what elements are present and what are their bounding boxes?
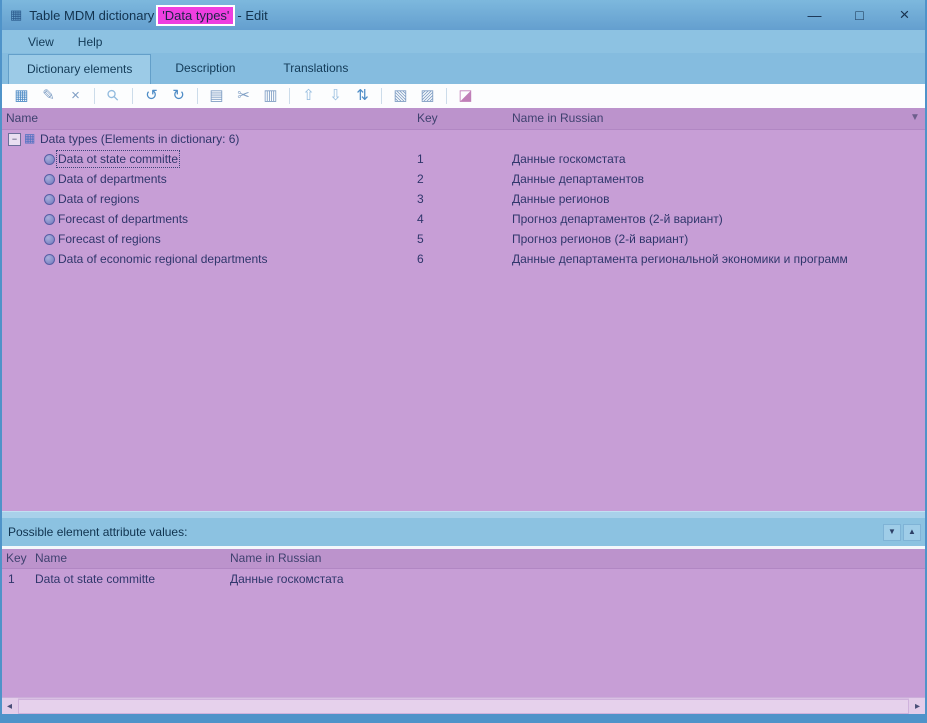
toolbar-separator [197,88,198,104]
element-bullet-icon [44,214,55,225]
move-up-icon[interactable]: ⇧ [295,85,322,107]
attributes-table-row[interactable]: 1 Data ot state committe Данные госкомст… [0,568,927,588]
element-bullet-icon [44,234,55,245]
refresh-icon[interactable]: ↻ [165,85,192,107]
toolbar-separator [446,88,447,104]
paste-icon[interactable]: ▥ [257,85,284,107]
element-bullet-icon [44,154,55,165]
move-down-icon[interactable]: ⇩ [322,85,349,107]
collapse-expander-icon[interactable]: − [8,133,21,146]
window-controls: — □ × [792,0,927,30]
cut-icon[interactable]: ✂ [230,85,257,107]
app-icon: ▦ [10,7,22,23]
column-header-key[interactable]: Key [6,551,27,565]
tab-strip: Dictionary elements Description Translat… [0,53,927,84]
export-icon[interactable]: ▨ [414,85,441,107]
cell-name[interactable]: Data of departments [58,172,167,186]
grid-column-header[interactable]: Name Key Name in Russian ▼ [0,108,927,130]
window-border-bottom [0,714,927,723]
toolbar-separator [381,88,382,104]
tree-root-row[interactable]: − ▦ Data types (Elements in dictionary: … [0,129,927,149]
cell-name-in-russian[interactable]: Прогноз департаментов (2-й вариант) [512,212,723,226]
close-button[interactable]: × [882,0,927,30]
attributes-panel-title: Possible element attribute values: [8,525,187,539]
cell-name-in-russian[interactable]: Данные департамента региональной экономи… [512,252,848,266]
attributes-column-header[interactable]: Key Name Name in Russian [0,549,927,569]
table-row[interactable]: Forecast of regions 5 Прогноз регионов (… [0,229,927,249]
window-border-left [0,0,2,723]
cell-name[interactable]: Data ot state committe [58,152,178,166]
panel-expand-button[interactable]: ▲ [903,524,921,541]
cell-name[interactable]: Data ot state committe [35,572,155,586]
maximize-button[interactable]: □ [837,0,882,30]
scrollbar-thumb[interactable] [18,699,909,714]
cell-name[interactable]: Forecast of departments [58,212,188,226]
cell-name[interactable]: Forecast of regions [58,232,161,246]
toolbar-separator [132,88,133,104]
cell-name[interactable]: Data of regions [58,192,139,206]
horizontal-scrollbar[interactable]: ◂ ▸ [0,697,927,715]
tree-root-label[interactable]: Data types (Elements in dictionary: 6) [40,132,239,146]
table-row[interactable]: Data ot state committe 1 Данные госкомст… [0,149,927,169]
cell-key[interactable]: 1 [417,152,424,166]
cell-name-in-russian[interactable]: Прогноз регионов (2-й вариант) [512,232,688,246]
column-header-name[interactable]: Name [35,551,67,565]
column-header-name-in-russian[interactable]: Name in Russian [230,551,321,565]
element-bullet-icon [44,254,55,265]
menu-help[interactable]: Help [66,30,115,53]
import-icon[interactable]: ▧ [387,85,414,107]
copy-icon[interactable]: ▤ [203,85,230,107]
minimize-button[interactable]: — [792,0,837,30]
cell-name-in-russian[interactable]: Данные департаментов [512,172,644,186]
window-title-suffix: - Edit [237,8,267,23]
dictionary-icon: ▦ [24,131,35,145]
window-title-highlighted-term: 'Data types' [156,5,235,26]
menu-bar: View Help [0,30,927,53]
column-header-name[interactable]: Name [6,111,38,125]
table-row[interactable]: Data of economic regional departments 6 … [0,249,927,269]
tab-description[interactable]: Description [151,53,259,84]
panel-collapse-button[interactable]: ▼ [883,524,901,541]
toolbar-separator [289,88,290,104]
sort-icon[interactable]: ⇅ [349,85,376,107]
table-row[interactable]: Data of departments 2 Данные департамент… [0,169,927,189]
scroll-right-arrow-icon[interactable]: ▸ [909,698,926,715]
cell-key[interactable]: 1 [8,572,15,586]
scroll-left-arrow-icon[interactable]: ◂ [1,698,18,715]
cell-key[interactable]: 5 [417,232,424,246]
table-row[interactable]: Data of regions 3 Данные регионов [0,189,927,209]
column-header-key[interactable]: Key [417,111,438,125]
window-title-prefix: Table MDM dictionary [29,8,154,23]
tab-dictionary-elements[interactable]: Dictionary elements [8,54,151,84]
cell-key[interactable]: 6 [417,252,424,266]
column-header-name-in-russian[interactable]: Name in Russian [512,111,603,125]
app-window: ▦ Table MDM dictionary 'Data types' - Ed… [0,0,927,723]
menu-view[interactable]: View [16,30,66,53]
table-row[interactable]: Forecast of departments 4 Прогноз департ… [0,209,927,229]
dictionary-elements-tree[interactable]: − ▦ Data types (Elements in dictionary: … [0,129,927,511]
sync-icon[interactable]: ↺ [138,85,165,107]
cell-name-in-russian[interactable]: Данные госкомстата [230,572,344,586]
attributes-panel-header: Possible element attribute values: ▼ ▲ [0,518,927,546]
cell-name-in-russian[interactable]: Данные регионов [512,192,609,206]
cell-key[interactable]: 4 [417,212,424,226]
cell-key[interactable]: 2 [417,172,424,186]
toolbar: ▦ ✎ × ⚲ ↺ ↻ ▤ ✂ ▥ ⇧ ⇩ ⇅ ▧ ▨ ◪ [0,84,927,108]
add-element-icon[interactable]: ▦ [8,85,35,107]
clear-icon[interactable]: ◪ [452,85,479,107]
column-chooser-dropdown-icon[interactable]: ▼ [907,112,923,123]
element-bullet-icon [44,174,55,185]
delete-icon[interactable]: × [62,85,89,107]
edit-icon[interactable]: ✎ [35,85,62,107]
title-bar[interactable]: ▦ Table MDM dictionary 'Data types' - Ed… [0,0,927,30]
cell-name-in-russian[interactable]: Данные госкомстата [512,152,626,166]
cell-key[interactable]: 3 [417,192,424,206]
tab-translations[interactable]: Translations [259,53,372,84]
element-bullet-icon [44,194,55,205]
toolbar-separator [94,88,95,104]
cell-name[interactable]: Data of economic regional departments [58,252,267,266]
